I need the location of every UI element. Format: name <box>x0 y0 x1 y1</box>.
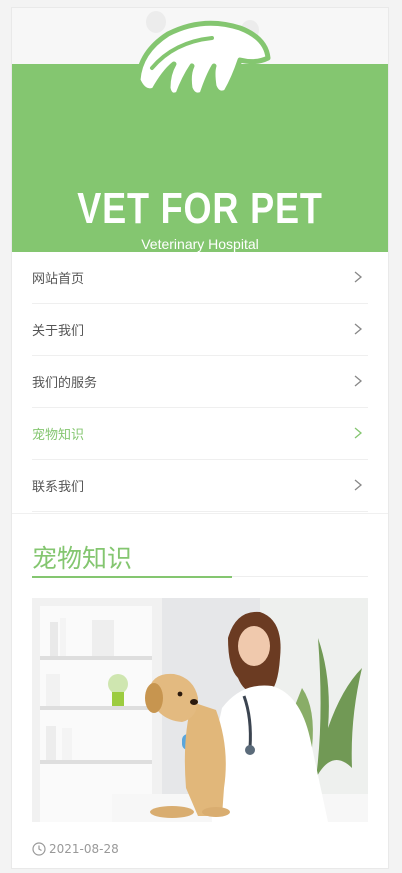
nav-item-pet-knowledge[interactable]: 宠物知识 <box>32 408 368 460</box>
chevron-right-icon <box>354 323 363 335</box>
paw-logo-icon <box>135 11 271 98</box>
page: VET FOR PET Veterinary Hospital 网站首页 关于我… <box>12 8 388 868</box>
chevron-right-icon <box>354 427 363 439</box>
nav-item-label: 关于我们 <box>32 324 85 339</box>
section-title: 宠物知识 <box>32 544 133 573</box>
nav-item-about[interactable]: 关于我们 <box>32 304 368 356</box>
chevron-right-icon <box>354 479 363 491</box>
section-title-accent-line <box>32 576 232 578</box>
section-divider <box>12 513 388 514</box>
nav-item-label: 网站首页 <box>32 272 85 287</box>
nav-item-contact[interactable]: 联系我们 <box>32 460 368 512</box>
article-date: 2021-08-28 <box>49 842 119 856</box>
article-image[interactable] <box>32 598 368 822</box>
nav-item-home[interactable]: 网站首页 <box>32 252 368 304</box>
chevron-right-icon <box>354 375 363 387</box>
nav-item-label: 联系我们 <box>32 480 85 495</box>
vet-with-dog-illustration <box>32 598 368 822</box>
brand-subtitle: Veterinary Hospital <box>141 236 259 252</box>
nav-item-label: 宠物知识 <box>32 428 85 443</box>
nav-menu: 网站首页 关于我们 我们的服务 宠物知识 联系我们 <box>32 252 368 512</box>
chevron-right-icon <box>354 271 363 283</box>
nav-item-label: 我们的服务 <box>32 376 98 391</box>
brand-title: VET FOR PET <box>77 184 323 233</box>
nav-item-services[interactable]: 我们的服务 <box>32 356 368 408</box>
article-meta: 2021-08-28 <box>32 842 119 856</box>
clock-icon <box>32 842 46 856</box>
